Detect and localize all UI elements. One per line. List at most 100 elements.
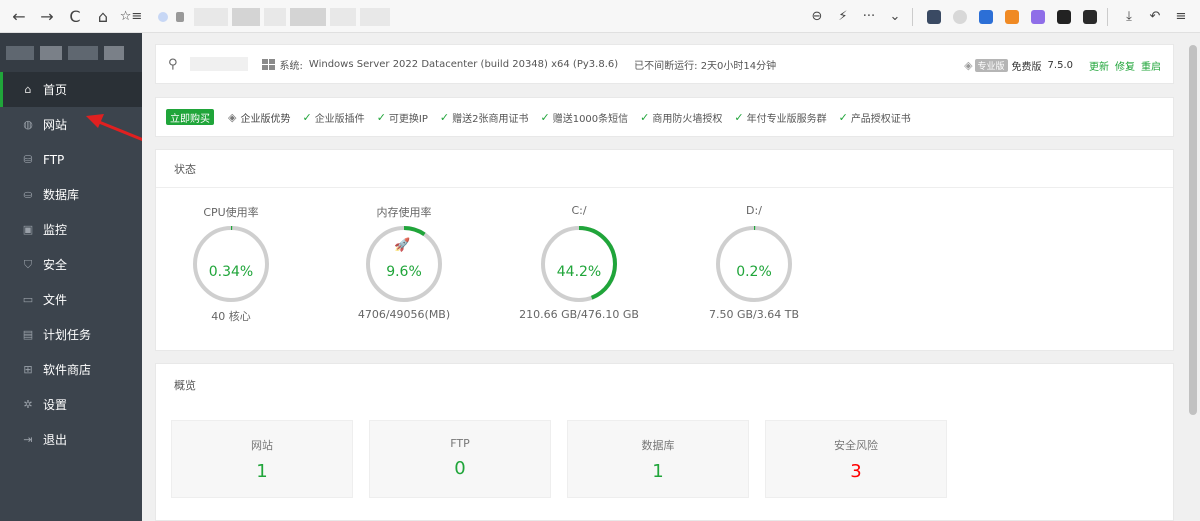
extension-blue-icon[interactable] bbox=[975, 6, 997, 28]
repair-link[interactable]: 修复 bbox=[1115, 58, 1135, 73]
sidebar-item-0[interactable]: ⌂ 首页 bbox=[0, 72, 142, 107]
reload-icon[interactable]: C bbox=[62, 3, 88, 29]
overview-label: 安全风险 bbox=[834, 439, 878, 452]
extension-gray-icon[interactable] bbox=[949, 6, 971, 28]
check-icon: ✓ bbox=[540, 110, 550, 124]
system-label: 系统: bbox=[279, 60, 303, 72]
feature-item[interactable]: ✓ 赠送1000条短信 bbox=[540, 110, 628, 125]
feature-item[interactable]: ✓ 赠送2张商用证书 bbox=[440, 110, 529, 125]
sidebar-item-label: 退出 bbox=[43, 433, 68, 447]
rocket-icon[interactable]: 🚀 bbox=[394, 238, 410, 253]
gauge-title: D:/ bbox=[746, 204, 762, 217]
status-panel: 状态 CPU使用率 0.34% 40 核心 内存使用率 9.6% 🚀 4706/49056(… bbox=[155, 149, 1174, 351]
bookmark-star-icon[interactable]: ☆≡ bbox=[118, 3, 144, 29]
sidebar-item-label: 安全 bbox=[43, 258, 68, 272]
logout-icon: ⇥ bbox=[23, 433, 33, 446]
enterprise-advantage[interactable]: ◈ 企业版优势 bbox=[228, 110, 290, 125]
pro-badge[interactable]: 专业版 bbox=[974, 58, 1008, 72]
overview-box-3[interactable]: 安全风险 3 bbox=[765, 420, 947, 498]
overview-box-0[interactable]: 网站 1 bbox=[171, 420, 353, 498]
status-title: 状态 bbox=[156, 150, 1173, 188]
bolt-icon[interactable]: ⚡ bbox=[832, 6, 854, 28]
page-scrollbar[interactable] bbox=[1186, 33, 1200, 521]
shield-icon: ⛉ bbox=[23, 257, 33, 271]
sidebar-item-4[interactable]: ▣ 监控 bbox=[0, 212, 142, 247]
sidebar-item-5[interactable]: ⛉ 安全 bbox=[0, 247, 142, 282]
check-icon: ✓ bbox=[376, 110, 386, 124]
gauge-subtext: 210.66 GB/476.10 GB bbox=[519, 308, 639, 321]
windows-icon bbox=[261, 58, 275, 70]
gauge-2[interactable]: C:/ 44.2% 210.66 GB/476.10 GB bbox=[504, 204, 654, 321]
gauge-0[interactable]: CPU使用率 0.34% 40 核心 bbox=[156, 204, 306, 324]
more-icon[interactable]: ··· bbox=[858, 6, 880, 28]
scrollbar-thumb[interactable] bbox=[1189, 45, 1197, 415]
address-bar[interactable] bbox=[152, 4, 792, 29]
extension-dark-icon[interactable] bbox=[1053, 6, 1075, 28]
sidebar-item-label: 设置 bbox=[43, 398, 68, 412]
feature-item[interactable]: ✓ 年付专业版服务群 bbox=[734, 110, 826, 125]
sidebar-item-7[interactable]: ▤ 计划任务 bbox=[0, 317, 142, 352]
download-icon[interactable]: ⤓ bbox=[1118, 6, 1140, 28]
check-icon: ✓ bbox=[640, 110, 650, 124]
chevron-down-icon[interactable]: ⌄ bbox=[884, 6, 906, 28]
sidebar-item-label: 数据库 bbox=[43, 188, 80, 202]
sidebar: ⌂ 首页 ◍ 网站 ⛁ FTP ⛀ 数据库 ▣ 监控 ⛉ 安全 ▭ 文件 ▤ 计划任务 ⊞ 软件商店 ✲ 设置 ⇥ 退出 bbox=[0, 33, 142, 521]
check-icon: ✓ bbox=[838, 110, 848, 124]
lock-icon bbox=[176, 11, 184, 22]
toolbar-divider bbox=[912, 7, 913, 26]
feature-item[interactable]: ✓ 商用防火墙授权 bbox=[640, 110, 722, 125]
metamask-fox-icon[interactable] bbox=[1001, 6, 1023, 28]
update-link[interactable]: 更新 bbox=[1089, 58, 1109, 73]
browser-tools: ⊖ ⚡ ··· ⌄ ⤓ ↶ ≡ bbox=[802, 4, 1192, 29]
monitor-icon: ▣ bbox=[22, 223, 34, 236]
restart-link[interactable]: 重启 bbox=[1141, 58, 1161, 73]
sidebar-item-1[interactable]: ◍ 网站 bbox=[0, 107, 142, 142]
overview-count: 3 bbox=[850, 461, 862, 482]
globe-icon: ◍ bbox=[23, 118, 33, 131]
overview-count: 0 bbox=[454, 458, 466, 479]
overview-label: FTP bbox=[450, 437, 470, 450]
promo-bar: 立即购买 ◈ 企业版优势 ✓ 企业版插件 ✓ 可更换IP ✓ 赠送2张商用证书 ✓ 赠送100… bbox=[155, 97, 1174, 137]
extension-reader-icon[interactable] bbox=[923, 6, 945, 28]
extension-purple-icon[interactable] bbox=[1027, 6, 1049, 28]
overview-box-1[interactable]: FTP 0 bbox=[369, 420, 551, 498]
gear-icon: ✲ bbox=[23, 398, 33, 411]
url-redacted bbox=[194, 7, 228, 26]
extensions-grid-icon[interactable] bbox=[1079, 6, 1101, 28]
feature-item[interactable]: ✓ 企业版插件 bbox=[302, 110, 364, 125]
gauge-subtext: 7.50 GB/3.64 TB bbox=[708, 308, 800, 321]
sidebar-item-8[interactable]: ⊞ 软件商店 bbox=[0, 352, 142, 387]
feature-item[interactable]: ✓ 可更换IP bbox=[377, 110, 428, 125]
arrow-right-icon[interactable]: → bbox=[34, 3, 60, 29]
feature-label: 年付专业版服务群 bbox=[746, 113, 827, 125]
sidebar-item-6[interactable]: ▭ 文件 bbox=[0, 282, 142, 317]
sidebar-header bbox=[0, 33, 142, 72]
sidebar-item-10[interactable]: ⇥ 退出 bbox=[0, 422, 142, 457]
server-name-redacted bbox=[6, 45, 34, 60]
version-number: 7.5.0 bbox=[1047, 59, 1073, 71]
feature-label: 企业版插件 bbox=[314, 113, 365, 125]
overview-title: 概览 bbox=[174, 379, 196, 392]
url-redacted bbox=[264, 7, 286, 26]
zoom-icon[interactable]: ⊖ bbox=[806, 6, 828, 28]
gauge-1[interactable]: 内存使用率 9.6% 🚀 4706/49056(MB) bbox=[329, 204, 479, 321]
buy-now-button[interactable]: 立即购买 bbox=[166, 109, 214, 125]
sidebar-item-2[interactable]: ⛁ FTP bbox=[0, 142, 142, 177]
user-icon: ⚲ bbox=[168, 56, 178, 72]
overview-box-2[interactable]: 数据库 1 bbox=[567, 420, 749, 498]
gauge-3[interactable]: D:/ 0.2% 7.50 GB/3.64 TB bbox=[679, 204, 829, 321]
free-edition-label: 免费版 bbox=[1011, 61, 1042, 73]
undo-icon[interactable]: ↶ bbox=[1144, 6, 1166, 28]
url-redacted bbox=[232, 7, 260, 26]
system-value: Windows Server 2022 Datacenter (build 20… bbox=[308, 58, 619, 70]
sidebar-item-3[interactable]: ⛀ 数据库 bbox=[0, 177, 142, 212]
feature-item[interactable]: ✓ 产品授权证书 bbox=[839, 110, 911, 125]
server-name-redacted bbox=[68, 45, 98, 60]
feature-label: 赠送2张商用证书 bbox=[452, 113, 529, 125]
arrow-left-icon[interactable]: ← bbox=[6, 3, 32, 29]
sidebar-item-9[interactable]: ✲ 设置 bbox=[0, 387, 142, 422]
home-icon[interactable]: ⌂ bbox=[90, 3, 116, 29]
gauge-value: 0.2% bbox=[736, 264, 772, 280]
menu-icon[interactable]: ≡ bbox=[1170, 6, 1192, 28]
sidebar-item-label: FTP bbox=[43, 152, 65, 167]
